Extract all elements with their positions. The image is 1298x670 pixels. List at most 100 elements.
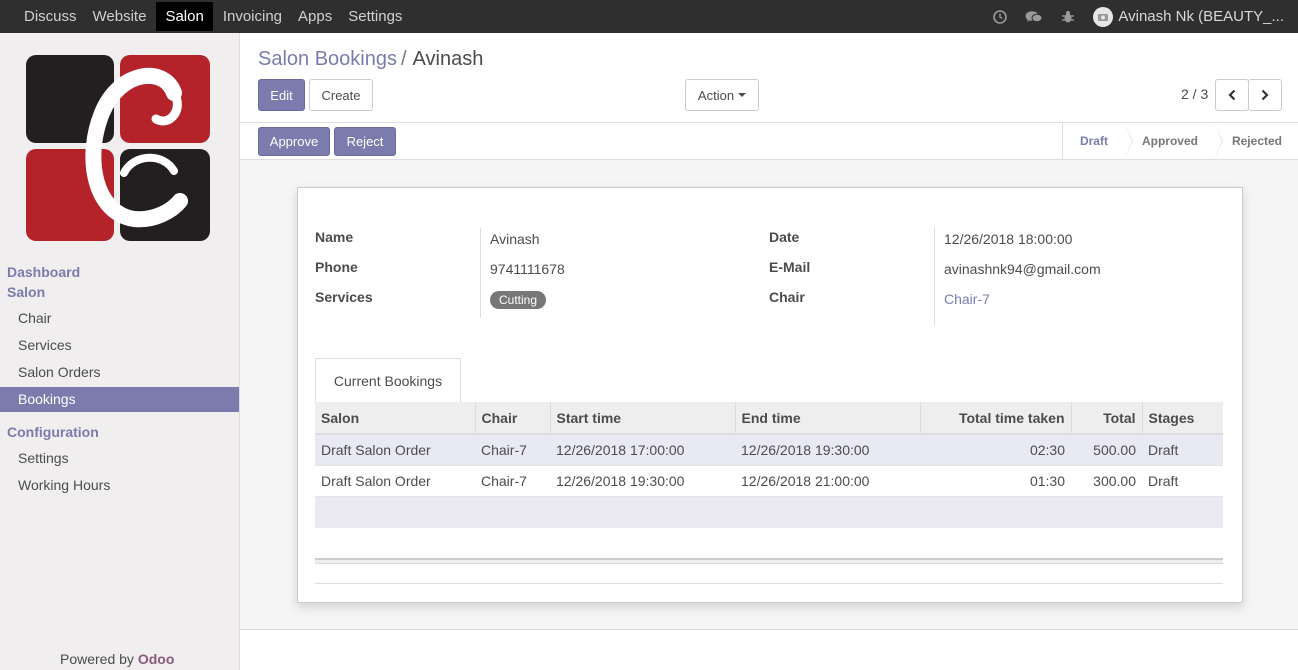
tab-current-bookings[interactable]: Current Bookings [315,358,461,403]
phone-label: Phone [315,259,358,275]
main-content: Salon Bookings / Avinash Edit Create Actio… [240,33,1298,670]
divider [315,583,1223,584]
name-field: Avinash [490,231,540,247]
cell-start-time: 12/26/2018 19:30:00 [550,465,735,497]
stage-approved[interactable]: Approved [1124,123,1223,159]
field-divider [934,228,935,325]
company-logo [24,53,212,243]
menu-salon[interactable]: Salon [156,2,213,31]
column-stages[interactable]: Stages [1142,402,1223,435]
stage-draft[interactable]: Draft [1063,123,1133,159]
cell-total: 500.00 [1071,434,1142,466]
odoo-link[interactable]: Odoo [138,651,175,667]
sidebar-item-bookings[interactable]: Bookings [0,387,239,412]
menu-website[interactable]: Website [85,0,155,33]
column-start-time[interactable]: Start time [550,402,736,435]
column-total-time[interactable]: Total time taken [920,402,1072,435]
cell-end-time: 12/26/2018 19:30:00 [735,434,920,466]
sidebar-item-settings[interactable]: Settings [0,446,239,471]
column-salon[interactable]: Salon [315,402,476,435]
column-total[interactable]: Total [1071,402,1143,435]
user-menu[interactable]: Avinash Nk (BEAUTY_... [1093,6,1284,27]
pager-next-button[interactable] [1248,79,1282,111]
cell-stage: Draft [1142,465,1223,497]
menu-apps[interactable]: Apps [290,0,340,33]
chevron-right-icon [1261,89,1269,101]
stage-approved-label: Approved [1141,134,1198,148]
table-row[interactable]: Draft Salon Order Chair-7 12/26/2018 17:… [315,434,1223,466]
breadcrumb: Salon Bookings / Avinash [258,48,483,71]
sidebar-section-dashboard[interactable]: Dashboard [7,264,80,280]
cell-stage: Draft [1142,434,1223,466]
services-label: Services [315,289,373,305]
chevron-left-icon [1228,89,1236,101]
menu-settings[interactable]: Settings [340,0,410,33]
bug-icon[interactable] [1059,8,1077,26]
cell-end-time: 12/26/2018 21:00:00 [735,465,920,497]
bookings-table: Salon Chair Start time End time Total ti… [315,402,1223,497]
chair-link[interactable]: Chair-7 [944,291,990,307]
sidebar-item-working-hours[interactable]: Working Hours [0,473,239,498]
avatar [1093,6,1114,27]
sidebar-section-configuration[interactable]: Configuration [7,424,99,440]
clock-icon[interactable] [991,8,1009,26]
form-statusbar: Approve Reject Draft Approved Rejected [240,122,1298,160]
reject-button[interactable]: Reject [334,127,396,156]
breadcrumb-parent[interactable]: Salon Bookings [258,48,397,70]
caret-down-icon [738,93,747,97]
empty-row [315,497,1223,528]
form-sheet: Name Phone Services Avinash 9741111678 C… [297,187,1243,603]
cell-chair: Chair-7 [475,465,550,497]
date-label: Date [769,229,800,245]
create-button[interactable]: Create [309,79,373,111]
stage-rejected-label: Rejected [1231,134,1282,148]
systray: Avinash Nk (BEAUTY_... [983,0,1298,33]
sidebar-item-salon-orders[interactable]: Salon Orders [0,360,239,385]
form-view: Name Phone Services Avinash 9741111678 C… [240,160,1298,630]
stage-arrow-inner [1213,123,1222,159]
table-footer [315,558,1223,564]
email-label: E-Mail [769,259,811,275]
column-chair[interactable]: Chair [475,402,551,435]
sidebar-section-salon[interactable]: Salon [7,284,45,300]
field-divider [480,228,481,318]
edit-button[interactable]: Edit [258,79,305,111]
stage-rejected[interactable]: Rejected [1214,123,1298,159]
phone-field: 9741111678 [490,261,565,277]
stage-indicator: Draft Approved Rejected [1061,123,1298,159]
chair-label: Chair [769,289,805,305]
approve-button[interactable]: Approve [258,127,330,156]
cell-total-time: 01:30 [920,465,1071,497]
chat-icon[interactable] [1025,8,1043,26]
breadcrumb-current: Avinash [412,48,484,70]
sidebar-item-chair[interactable]: Chair [0,306,239,331]
menu-invoicing[interactable]: Invoicing [215,0,290,33]
powered-prefix: Powered by [60,651,134,667]
email-field: avinashnk94@gmail.com [944,261,1101,277]
menu-discuss[interactable]: Discuss [16,0,85,33]
top-navbar: Discuss Website Salon Invoicing Apps Set… [0,0,1298,33]
column-end-time[interactable]: End time [735,402,921,435]
breadcrumb-separator: / [400,48,407,70]
stage-draft-label: Draft [1079,134,1108,148]
action-label: Action [697,87,735,103]
table-header: Salon Chair Start time End time Total ti… [315,402,1223,435]
cell-salon: Draft Salon Order [315,434,475,466]
cell-chair: Chair-7 [475,434,550,466]
cell-salon: Draft Salon Order [315,465,475,497]
table-row[interactable]: Draft Salon Order Chair-7 12/26/2018 19:… [315,465,1223,497]
pager-previous-button[interactable] [1215,79,1249,111]
cell-total-time: 02:30 [920,434,1071,466]
action-dropdown[interactable]: Action [685,79,759,111]
powered-by: Powered by Odoo [60,651,174,667]
service-tag: Cutting [490,291,547,309]
cell-total: 300.00 [1071,465,1142,497]
pager-value[interactable]: 2 / 3 [1181,86,1208,102]
user-name: Avinash Nk (BEAUTY_... [1118,8,1284,25]
sidebar-item-services[interactable]: Services [0,333,239,358]
app-menus: Discuss Website Salon Invoicing Apps Set… [0,0,410,33]
cell-start-time: 12/26/2018 17:00:00 [550,434,735,466]
date-field: 12/26/2018 18:00:00 [944,231,1073,247]
name-label: Name [315,229,354,245]
sidebar: Dashboard Salon Chair Services Salon Ord… [0,33,240,670]
